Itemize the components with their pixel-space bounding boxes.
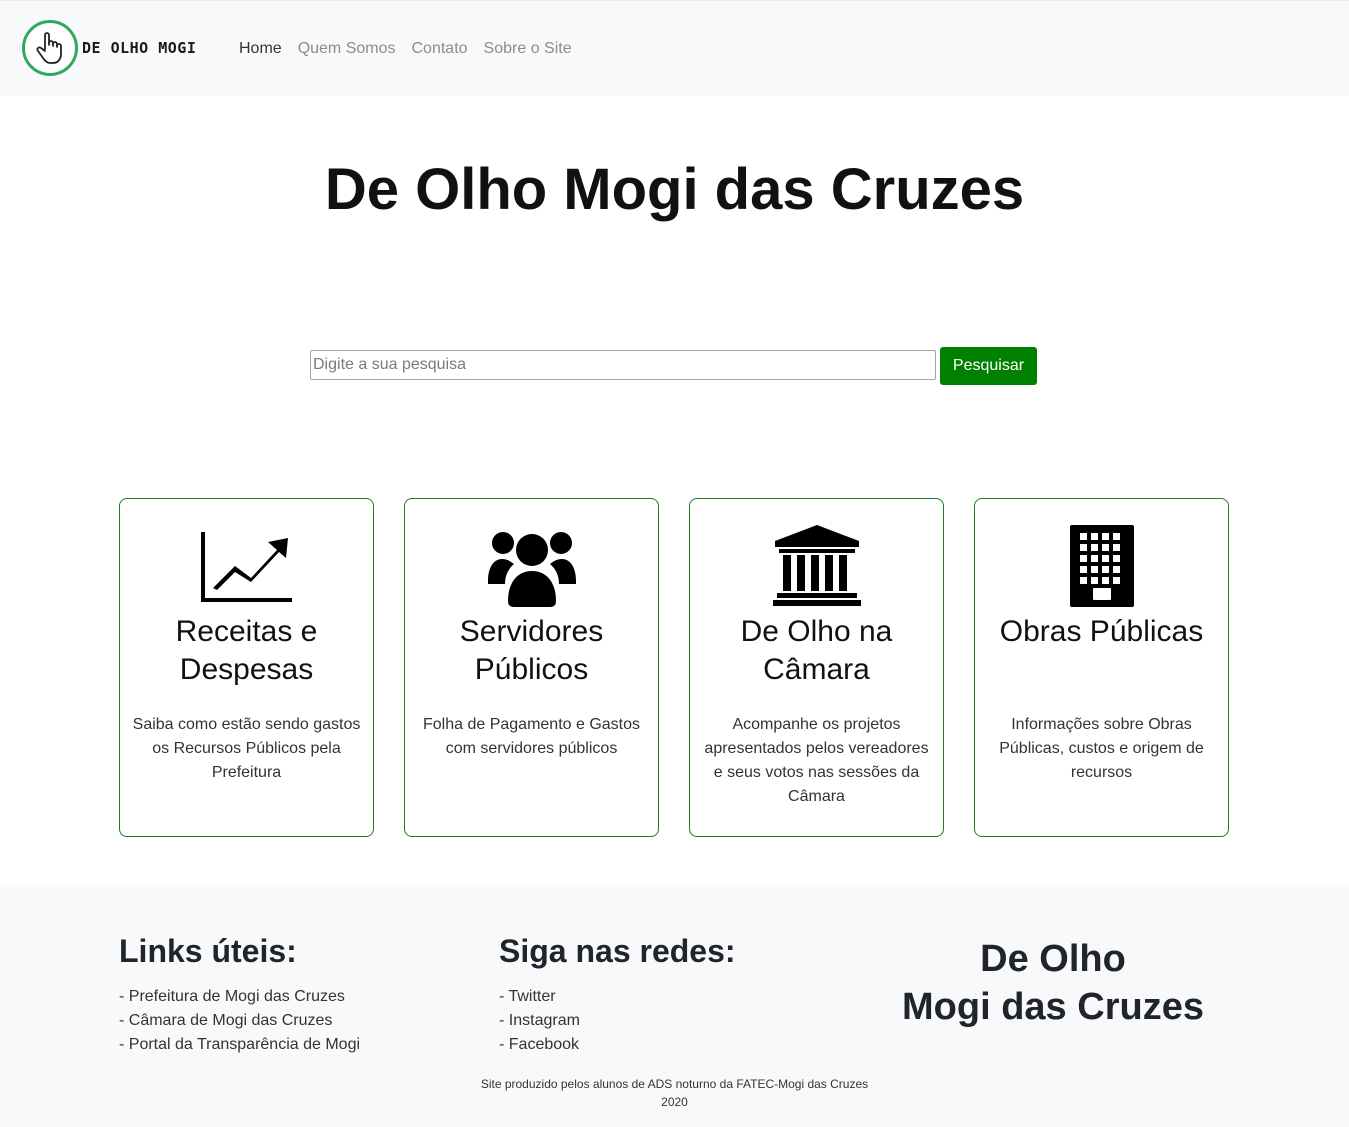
card-servidores-publicos[interactable]: Servidores Públicos Folha de Pagamento e… <box>404 498 659 837</box>
landmark-icon <box>690 525 943 607</box>
nav-home[interactable]: Home <box>239 39 282 59</box>
card-obras-publicas[interactable]: Obras Públicas Informações sobre Obras P… <box>974 498 1229 837</box>
pointer-hand-icon <box>36 32 62 64</box>
card-title: Servidores Públicos <box>459 615 604 686</box>
main-nav: Home Quem Somos Contato Sobre o Site <box>239 39 588 59</box>
building-icon <box>975 525 1228 607</box>
footer: Links úteis: - Prefeitura de Mogi das Cr… <box>0 885 1349 1127</box>
footer-links-title: Links úteis: <box>119 933 297 969</box>
footer-link-prefeitura[interactable]: - Prefeitura de Mogi das Cruzes <box>119 985 360 1009</box>
footer-link-twitter[interactable]: - Twitter <box>499 985 736 1009</box>
card-description: Informações sobre Obras Públicas, custos… <box>999 716 1204 781</box>
card-de-olho-na-camara[interactable]: De Olho na Câmara Acompanhe os projetos … <box>689 498 944 837</box>
navbar: DE OLHO MOGI Home Quem Somos Contato Sob… <box>0 0 1349 96</box>
brand-logo-link[interactable]: DE OLHO MOGI <box>22 20 196 76</box>
search-input[interactable] <box>310 350 936 380</box>
footer-brand-line2: Mogi das Cruzes <box>902 986 1204 1028</box>
footer-social-title: Siga nas redes: <box>499 933 736 969</box>
footer-link-camara[interactable]: - Câmara de Mogi das Cruzes <box>119 1009 360 1033</box>
card-description: Folha de Pagamento e Gastos com servidor… <box>422 716 641 757</box>
footer-links-list: - Prefeitura de Mogi das Cruzes - Câmara… <box>119 985 360 1057</box>
footer-brand-line1: De Olho <box>980 938 1126 980</box>
card-title: Obras Públicas <box>999 615 1204 648</box>
chart-line-icon <box>120 525 373 607</box>
footer-credit-year: 2020 <box>661 1095 688 1109</box>
footer-link-portal-transparencia[interactable]: - Portal da Transparência de Mogi <box>119 1033 360 1057</box>
users-icon <box>405 525 658 607</box>
card-title: De Olho na Câmara <box>740 615 893 686</box>
card-description: Saiba como estão sendo gastos os Recurso… <box>132 716 361 781</box>
brand-name: DE OLHO MOGI <box>82 39 197 57</box>
brand-logo <box>22 20 78 76</box>
search-button[interactable]: Pesquisar <box>940 347 1037 385</box>
nav-sobre-o-site[interactable]: Sobre o Site <box>484 39 572 59</box>
footer-social-list: - Twitter - Instagram - Facebook <box>499 985 736 1057</box>
card-receitas-despesas[interactable]: Receitas e Despesas Saiba como estão sen… <box>119 498 374 837</box>
footer-link-facebook[interactable]: - Facebook <box>499 1033 736 1057</box>
nav-contato[interactable]: Contato <box>412 39 468 59</box>
footer-credit-text: Site produzido pelos alunos de ADS notur… <box>480 1077 869 1091</box>
card-description: Acompanhe os projetos apresentados pelos… <box>704 716 929 805</box>
footer-credit: Site produzido pelos alunos de ADS notur… <box>0 1075 1349 1111</box>
footer-links-section: Links úteis: - Prefeitura de Mogi das Cr… <box>119 931 360 1057</box>
footer-brand: De Olho Mogi das Cruzes <box>880 935 1226 1031</box>
page-title: De Olho Mogi das Cruzes <box>324 157 1025 222</box>
nav-quem-somos[interactable]: Quem Somos <box>298 39 396 59</box>
footer-social-section: Siga nas redes: - Twitter - Instagram - … <box>499 931 736 1057</box>
card-title: Receitas e Despesas <box>175 615 318 686</box>
footer-link-instagram[interactable]: - Instagram <box>499 1009 736 1033</box>
